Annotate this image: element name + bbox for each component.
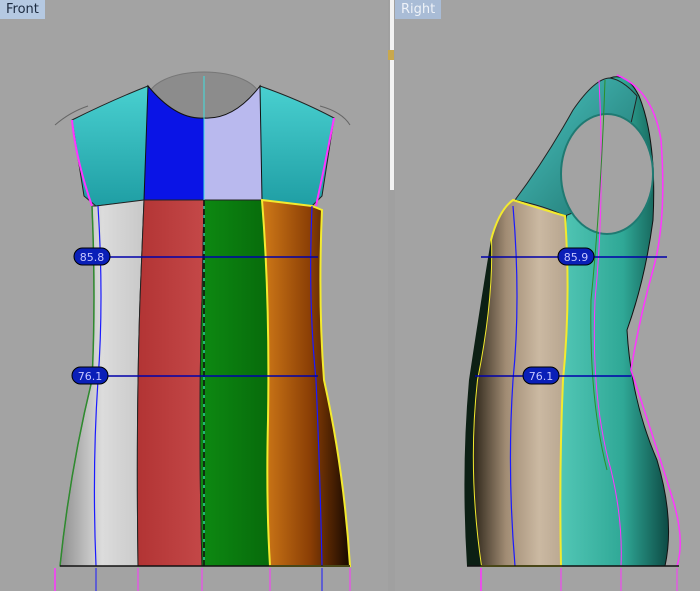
viewport-tab-front[interactable]: Front xyxy=(0,0,45,19)
front-waist-value: 76.1 xyxy=(78,370,103,383)
front-view-canvas[interactable]: 85.8 76.1 xyxy=(0,0,388,591)
viewport-tab-right[interactable]: Right xyxy=(395,0,442,19)
right-view-canvas[interactable]: 85.9 76.1 xyxy=(395,0,700,591)
front-yoke-left-panel[interactable] xyxy=(71,85,149,207)
front-yoke-right-panel[interactable] xyxy=(259,85,335,207)
front-viewport[interactable]: 85.8 76.1 Front xyxy=(0,0,388,591)
front-bust-value: 85.8 xyxy=(80,251,105,264)
armhole-opening xyxy=(560,113,654,235)
viewport-splitter-highlight xyxy=(390,0,394,190)
right-waist-value: 76.1 xyxy=(529,370,554,383)
front-body-green-panel[interactable] xyxy=(199,199,271,567)
right-viewport[interactable]: 85.9 76.1 Right xyxy=(395,0,700,591)
front-body-orange-panel[interactable] xyxy=(260,198,352,567)
right-bust-value: 85.9 xyxy=(564,251,589,264)
splitter-grip-icon xyxy=(388,50,394,60)
front-body-red-panel[interactable] xyxy=(136,199,205,567)
